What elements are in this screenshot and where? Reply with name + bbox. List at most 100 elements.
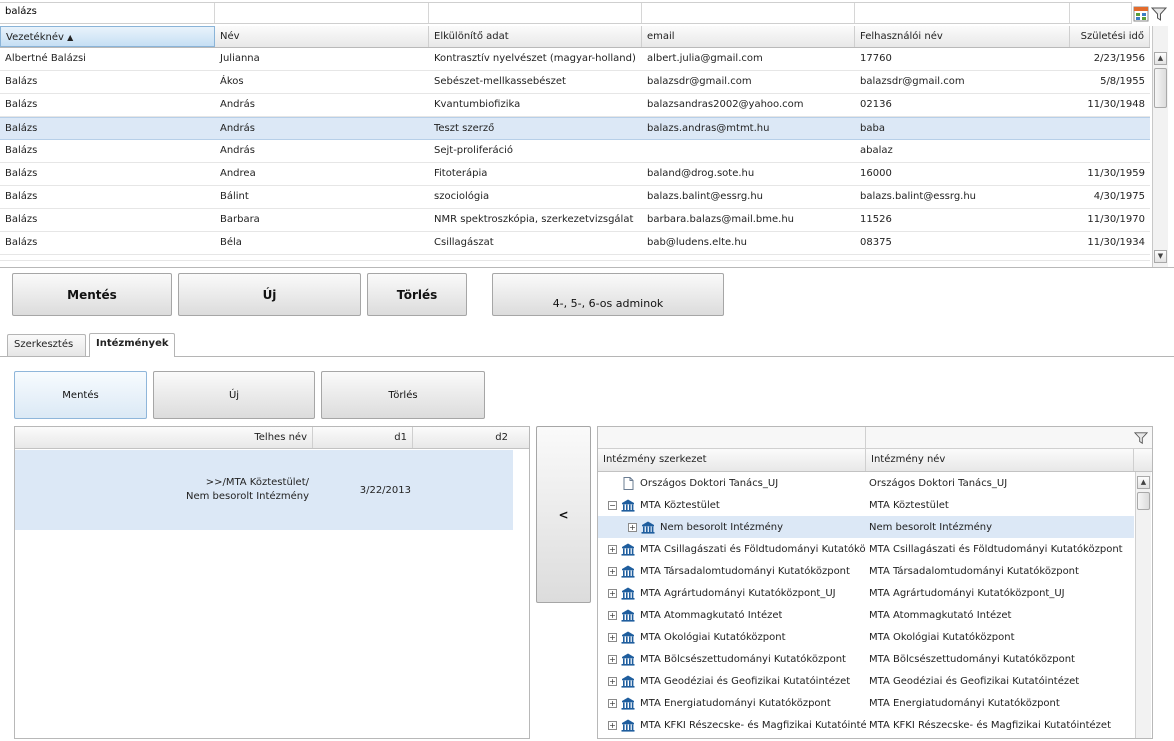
institution-save-button[interactable]: Mentés — [14, 371, 147, 419]
delete-button[interactable]: Törlés — [367, 273, 467, 316]
column-header-institution-name[interactable]: Intézmény név — [866, 449, 1134, 471]
tab-szerkesztes[interactable]: Szerkesztés — [7, 334, 86, 356]
scroll-thumb[interactable] — [1137, 492, 1150, 510]
table-row[interactable]: Balázs Barbara NMR spektroszkópia, szerkez… — [0, 209, 1150, 232]
expand-icon[interactable]: + — [608, 720, 617, 730]
filter-cell-distinct[interactable] — [429, 3, 642, 23]
surname-filter-input[interactable] — [5, 6, 209, 17]
table-row[interactable]: Balázs András Teszt szerző balazs.andras@mt… — [0, 117, 1150, 140]
column-header-d1[interactable]: d1 — [313, 427, 413, 448]
tree-row[interactable]: + MTA Társadalomtudományi Kutatóközpont MT… — [598, 560, 1134, 582]
cell-name: András — [220, 99, 255, 110]
tree-row[interactable]: + MTA Ökológiai Kutatóközpont MTA Ökológia… — [598, 626, 1134, 648]
sort-ascending-icon: ▲ — [67, 33, 74, 42]
new-button[interactable]: Új — [178, 273, 361, 316]
tree-row[interactable]: + Nem besorolt Intézmény Nem besorolt Inté… — [598, 516, 1134, 538]
tree-institution-name: MTA Energiatudományi Kutatóközpont — [869, 697, 1060, 709]
table-row[interactable]: Balázs András Kvantumbiofizika balazsandras… — [0, 94, 1150, 117]
institution-icon — [621, 609, 640, 622]
scroll-thumb[interactable] — [1154, 68, 1167, 108]
cell-surname: Balázs — [5, 237, 38, 248]
tree-filter-icon[interactable] — [1134, 431, 1148, 445]
filter-cell-birth[interactable] — [1070, 3, 1132, 23]
scroll-up-icon[interactable]: ▲ — [1154, 52, 1167, 65]
tree-filter-row — [598, 427, 1152, 449]
table-row[interactable]: Balázs Béla Csillagászat bab@ludens.elte.hu… — [0, 232, 1150, 255]
expand-icon[interactable]: + — [608, 654, 617, 664]
filter-cell-username[interactable] — [855, 3, 1070, 23]
cell-email: balazsdr@gmail.com — [647, 76, 752, 87]
column-header-username[interactable]: Felhasználói név — [855, 26, 1070, 47]
grid-settings-icon[interactable] — [1133, 6, 1149, 22]
institution-delete-button[interactable]: Törlés — [321, 371, 485, 419]
tree-row[interactable]: + MTA KFKI Részecske- és Magfizikai Kutat… — [598, 714, 1134, 736]
cell-birth-date: 4/30/1975 — [1093, 191, 1145, 202]
table-row[interactable]: Albertné Balázsi Julianna Kontrasztív nyel… — [0, 48, 1150, 71]
tree-row[interactable]: − MTA Köztestület MTA Köztestület — [598, 494, 1134, 516]
cell-name: András — [220, 123, 255, 134]
column-header-d2[interactable]: d2 — [413, 427, 513, 448]
table-row[interactable]: Balázs Ákos Sebészet-mellkassebészet balazs… — [0, 71, 1150, 94]
cell-username: 02136 — [860, 99, 892, 110]
column-header-label: Vezetéknév — [6, 32, 64, 43]
tree-structure-cell: − MTA Köztestület — [598, 499, 866, 512]
tree-row[interactable]: Országos Doktori Tanács_ÚJ Országos Dokto… — [598, 472, 1134, 494]
scroll-down-icon[interactable]: ▼ — [1154, 250, 1167, 263]
tree-institution-name: MTA Társadalomtudományi Kutatóközpont — [869, 565, 1079, 577]
expand-icon[interactable]: + — [608, 676, 617, 686]
column-header-email[interactable]: email — [642, 26, 855, 47]
tree-row[interactable]: + MTA Csillagászati és Földtudományi Kuta… — [598, 538, 1134, 560]
collapse-icon[interactable]: − — [608, 500, 617, 510]
tree-structure-label: Nem besorolt Intézmény — [660, 521, 784, 533]
assigned-full-name: >>/MTA Köztestület/ Nem besorolt Intézmé… — [15, 476, 313, 504]
expand-icon[interactable]: + — [608, 632, 617, 642]
filter-cell-surname[interactable] — [0, 3, 215, 23]
cell-distinct-data: Sebészet-mellkassebészet — [434, 76, 566, 87]
column-header-full-name[interactable]: Telhes név — [15, 427, 313, 448]
expand-icon[interactable]: + — [628, 522, 637, 532]
cell-distinct-data: NMR spektroszkópia, szerkezetvizsgálat — [434, 214, 634, 225]
column-header-surname[interactable]: Vezetéknév ▲ — [0, 26, 215, 47]
column-header-distinct-data[interactable]: Elkülönítő adat — [429, 26, 642, 47]
tree-structure-cell: + MTA Energiatudományi Kutatóközpont — [598, 697, 866, 710]
expand-icon[interactable]: + — [608, 588, 617, 598]
expand-icon[interactable]: + — [608, 698, 617, 708]
tree-filter-cell-structure[interactable] — [598, 427, 866, 448]
cell-surname: Balázs — [5, 99, 38, 110]
cell-username: abalaz — [860, 145, 893, 156]
expand-icon[interactable]: + — [608, 544, 617, 554]
table-row[interactable]: Balázs András Sejt-proliferáció abalaz — [0, 140, 1150, 163]
tab-strip-line — [0, 356, 1174, 357]
tree-row[interactable]: + MTA Atommagkutató Intézet MTA Atommagkut… — [598, 604, 1134, 626]
column-header-birth-date[interactable]: Születési idő — [1070, 26, 1150, 47]
tab-intezmenyek[interactable]: Intézmények — [89, 333, 175, 357]
institution-new-button[interactable]: Új — [153, 371, 315, 419]
table-row[interactable]: >>/MTA Köztestület/ Nem besorolt Intézmé… — [15, 450, 513, 530]
column-header-name[interactable]: Név — [215, 26, 429, 47]
cell-birth-date: 11/30/1959 — [1087, 168, 1145, 179]
column-header-structure[interactable]: Intézmény szerkezet — [598, 449, 866, 471]
tree-structure-label: MTA Társadalomtudományi Kutatóközpont — [640, 565, 850, 577]
table-row[interactable]: Balázs Andrea Fitoterápia baland@drog.sote.… — [0, 163, 1150, 186]
tree-filter-cell-name[interactable] — [866, 427, 1134, 448]
expand-icon[interactable]: + — [608, 566, 617, 576]
move-left-button[interactable]: < — [536, 426, 591, 603]
scroll-up-icon[interactable]: ▲ — [1137, 476, 1150, 489]
filter-cell-email[interactable] — [642, 3, 855, 23]
filter-icon[interactable] — [1151, 6, 1167, 22]
cell-username: baba — [860, 123, 885, 134]
tree-row[interactable]: + MTA Agrártudományi Kutatóközpont_ÚJ MTA … — [598, 582, 1134, 604]
tree-row[interactable]: + MTA Bölcsészettudományi Kutatóközpont MT… — [598, 648, 1134, 670]
table-row[interactable]: Balázs Bálint szociológia balazs.balint@ess… — [0, 186, 1150, 209]
filter-cell-name[interactable] — [215, 3, 429, 23]
tree-scrollbar[interactable]: ▲ — [1135, 472, 1151, 738]
expand-icon[interactable]: + — [608, 610, 617, 620]
cell-username: balazs.balint@essrg.hu — [860, 191, 977, 202]
save-button[interactable]: Mentés — [12, 273, 172, 316]
tree-row[interactable]: + MTA Geodéziai és Geofizikai Kutatóintéz… — [598, 670, 1134, 692]
admins-button[interactable]: 4-, 5-, 6-os adminok — [492, 273, 724, 316]
users-grid-scrollbar[interactable]: ▲ ▼ — [1152, 26, 1168, 267]
tree-institution-name: MTA Geodéziai és Geofizikai Kutatóintéze… — [869, 675, 1080, 687]
tree-row[interactable]: + MTA Energiatudományi Kutatóközpont MTA E… — [598, 692, 1134, 714]
table-row-partial[interactable] — [0, 255, 1150, 261]
